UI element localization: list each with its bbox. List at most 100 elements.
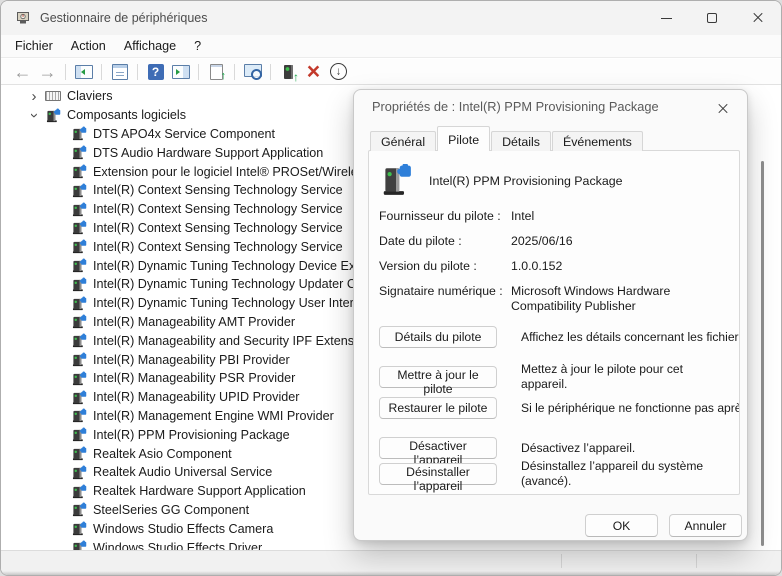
- driver-action-button[interactable]: Désactiver l’appareil: [379, 437, 497, 459]
- properties-icon[interactable]: [108, 61, 131, 83]
- chevron-icon[interactable]: [27, 89, 41, 104]
- tree-item-label: Intel(R) Manageability AMT Provider: [93, 315, 295, 329]
- ok-button[interactable]: OK: [585, 514, 658, 537]
- back-icon[interactable]: [11, 61, 34, 83]
- menu-item[interactable]: Fichier: [6, 37, 62, 55]
- device-name: Intel(R) PPM Provisioning Package: [429, 174, 623, 188]
- chevron-icon[interactable]: [27, 108, 41, 123]
- dialog-close-button[interactable]: [709, 96, 737, 122]
- tree-item-label: Intel(R) Manageability PSR Provider: [93, 371, 295, 385]
- software-component-icon: [71, 540, 87, 550]
- status-bar-divider: [696, 554, 697, 568]
- driver-action-row: Mettre à jour le pilote Mettez à jour le…: [379, 362, 729, 391]
- device-manager-app-icon: [15, 10, 31, 26]
- device-header: Intel(R) PPM Provisioning Package: [379, 163, 729, 199]
- update-driver-icon[interactable]: [277, 61, 300, 83]
- tab-details[interactable]: Détails: [491, 131, 551, 151]
- tree-item-label: Intel(R) Context Sensing Technology Serv…: [93, 202, 343, 216]
- toolbar: [1, 59, 781, 85]
- status-bar-divider: [561, 554, 562, 568]
- driver-info-row: Date du pilote : 2025/06/16: [379, 234, 729, 249]
- software-component-icon: [71, 295, 87, 311]
- tree-item-label: Intel(R) Context Sensing Technology Serv…: [93, 240, 343, 254]
- cancel-button[interactable]: Annuler: [669, 514, 742, 537]
- software-component-icon: [379, 164, 413, 198]
- tree-item-label: SteelSeries GG Component: [93, 503, 249, 517]
- window-title: Gestionnaire de périphériques: [40, 11, 207, 25]
- window-bottom-edge: [1, 571, 781, 575]
- driver-action-row: Détails du pilote Affichez les détails c…: [379, 326, 729, 348]
- toolbar-separator: [198, 64, 199, 80]
- action-pane-icon[interactable]: [169, 61, 192, 83]
- tree-scrollbar-thumb[interactable]: [761, 161, 764, 546]
- driver-actions: Détails du pilote Affichez les détails c…: [379, 326, 729, 488]
- software-component-icon: [71, 370, 87, 386]
- software-component-icon: [71, 201, 87, 217]
- driver-action-button[interactable]: Restaurer le pilote: [379, 397, 497, 419]
- dialog-title: Propriétés de : Intel(R) PPM Provisionin…: [372, 99, 659, 114]
- software-component-icon: [71, 276, 87, 292]
- tree-item-label: Intel(R) PPM Provisioning Package: [93, 428, 290, 442]
- toolbar-separator: [65, 64, 66, 80]
- driver-action-button[interactable]: Détails du pilote: [379, 326, 497, 348]
- tree-item-label: Intel(R) Context Sensing Technology Serv…: [93, 221, 343, 235]
- toolbar-separator: [270, 64, 271, 80]
- toolbar-separator: [101, 64, 102, 80]
- tree-item-label: Intel(R) Manageability PBI Provider: [93, 353, 290, 367]
- tab-pilote[interactable]: Pilote: [437, 126, 490, 151]
- field-value: 2025/06/16: [511, 234, 729, 249]
- tree-item-label: DTS Audio Hardware Support Application: [93, 146, 323, 160]
- driver-action-button[interactable]: Mettre à jour le pilote: [379, 366, 497, 388]
- software-component-icon: [71, 408, 87, 424]
- driver-action-description: Si le périphérique ne fonctionne pas apr…: [521, 401, 740, 416]
- title-bar: Gestionnaire de périphériques: [1, 1, 781, 35]
- driver-tab-page: Intel(R) PPM Provisioning Package Fourni…: [368, 150, 740, 495]
- tree-item-label: Composants logiciels: [67, 108, 186, 122]
- tab-general[interactable]: Général: [370, 131, 436, 151]
- driver-action-description: Désinstallez l’appareil du système (avan…: [521, 459, 729, 488]
- tree-item-label: Intel(R) Management Engine WMI Provider: [93, 409, 334, 423]
- driver-info-row: Version du pilote : 1.0.0.152: [379, 259, 729, 274]
- menu-item[interactable]: Action: [62, 37, 115, 55]
- scan-computer-icon[interactable]: [241, 61, 264, 83]
- scan-hardware-changes-icon[interactable]: [205, 61, 228, 83]
- uninstall-device-icon[interactable]: [302, 61, 325, 83]
- tree-item-label: Extension pour le logiciel Intel® PROSet…: [93, 165, 370, 179]
- software-component-icon: [71, 333, 87, 349]
- software-component-icon: [71, 164, 87, 180]
- software-component-icon: [71, 389, 87, 405]
- field-label: Date du pilote :: [379, 234, 511, 249]
- maximize-icon[interactable]: [689, 1, 735, 35]
- disable-device-icon[interactable]: [327, 61, 350, 83]
- properties-dialog: Propriétés de : Intel(R) PPM Provisionin…: [353, 89, 748, 541]
- tree-item-label: DTS APO4x Service Component: [93, 127, 275, 141]
- minimize-icon[interactable]: [643, 1, 689, 35]
- menu-bar: Fichier Action Affichage ?: [1, 35, 781, 58]
- tree-item-label: Intel(R) Context Sensing Technology Serv…: [93, 183, 343, 197]
- driver-action-description: Affichez les détails concernant les fich…: [521, 330, 740, 345]
- status-bar: [1, 550, 781, 575]
- tree-item-label: Claviers: [67, 89, 113, 103]
- menu-item[interactable]: Affichage: [115, 37, 185, 55]
- field-label: Signataire numérique :: [379, 284, 511, 314]
- driver-action-row: Désinstaller l’appareil Désinstallez l’a…: [379, 459, 729, 488]
- software-component-icon: [71, 258, 87, 274]
- tree-item-label: Intel(R) Manageability UPID Provider: [93, 390, 299, 404]
- tree-item-label: Realtek Hardware Support Application: [93, 484, 306, 498]
- tree-item-label: Realtek Audio Universal Service: [93, 465, 272, 479]
- dialog-tabs: Général Pilote Détails Événements: [370, 129, 644, 151]
- help-icon[interactable]: [144, 61, 167, 83]
- field-value: Intel: [511, 209, 729, 224]
- driver-action-description: Désactivez l’appareil.: [521, 441, 729, 456]
- forward-icon[interactable]: [36, 61, 59, 83]
- field-value: Microsoft Windows Hardware Compatibility…: [511, 284, 729, 314]
- tab-evenements[interactable]: Événements: [552, 131, 643, 151]
- driver-action-button[interactable]: Désinstaller l’appareil: [379, 463, 497, 485]
- close-icon[interactable]: [735, 1, 781, 35]
- tree-item-label: Intel(R) Manageability and Security IPF …: [93, 334, 378, 348]
- tree-item-label: Realtek Asio Component: [93, 447, 232, 461]
- dialog-tab-label: Événements: [563, 135, 632, 149]
- show-console-tree-icon[interactable]: [72, 61, 95, 83]
- menu-item[interactable]: ?: [185, 37, 210, 55]
- software-component-icon: [71, 427, 87, 443]
